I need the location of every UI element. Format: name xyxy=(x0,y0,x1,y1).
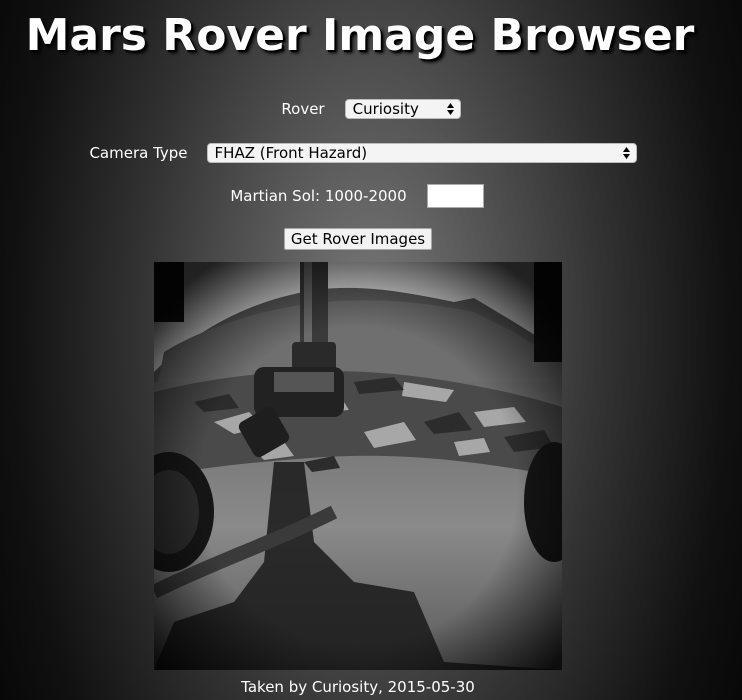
rover-photo xyxy=(154,262,562,670)
sol-label: Martian Sol: 1000-2000 xyxy=(230,187,407,205)
rover-photo-image xyxy=(154,262,562,670)
submit-row: Get Rover Images xyxy=(0,228,729,250)
rover-select[interactable]: Curiosity xyxy=(344,99,461,119)
camera-select-value: FHAZ (Front Hazard) xyxy=(214,144,368,162)
select-arrows-icon xyxy=(446,103,454,115)
sol-input[interactable] xyxy=(426,184,484,208)
page-title: Mars Rover Image Browser xyxy=(25,10,695,61)
rover-select-value: Curiosity xyxy=(352,100,419,118)
rover-row: Rover Curiosity xyxy=(0,99,742,119)
camera-select[interactable]: FHAZ (Front Hazard) xyxy=(206,143,637,163)
get-rover-images-button[interactable]: Get Rover Images xyxy=(283,228,433,250)
sol-row: Martian Sol: 1000-2000 xyxy=(0,184,728,208)
camera-row: Camera Type FHAZ (Front Hazard) xyxy=(0,143,734,163)
select-arrows-icon xyxy=(622,147,630,159)
rover-label: Rover xyxy=(281,100,325,118)
image-caption: Taken by Curiosity, 2015-05-30 xyxy=(241,678,475,696)
camera-label: Camera Type xyxy=(89,144,188,162)
